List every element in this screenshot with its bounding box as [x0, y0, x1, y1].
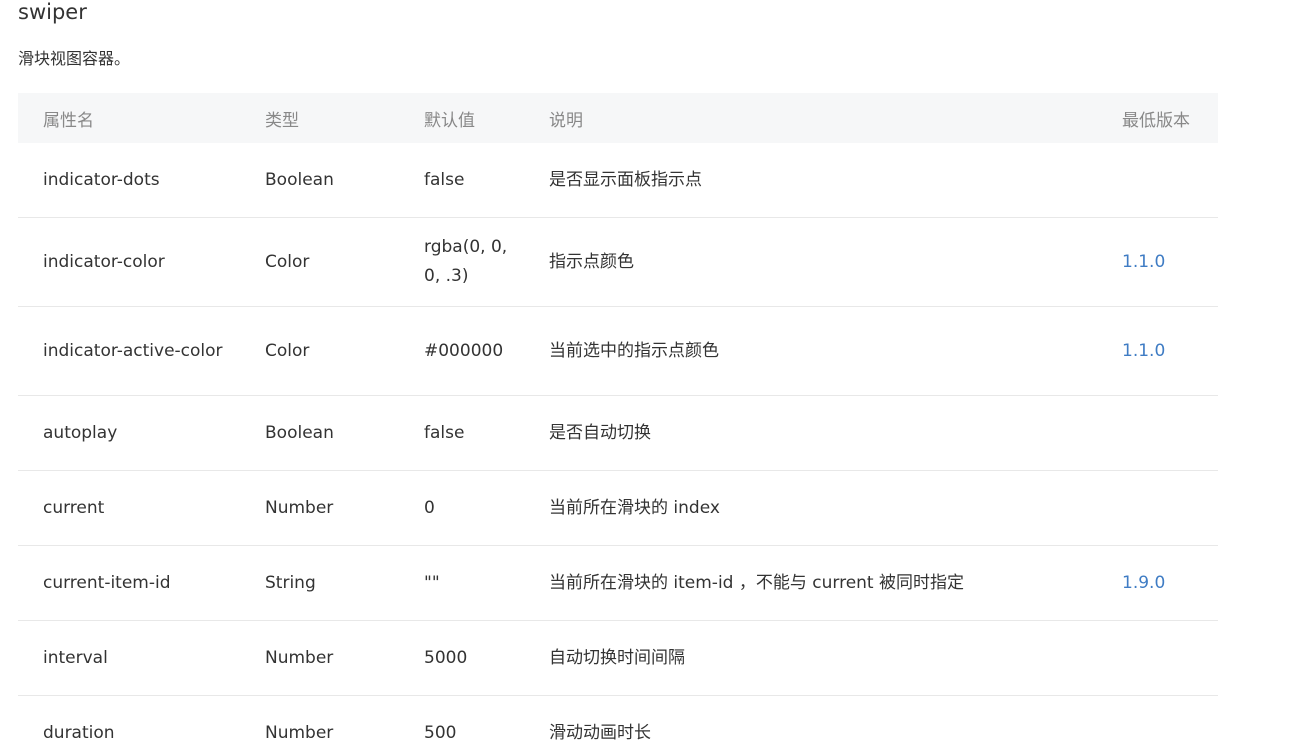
attr-name: indicator-dots	[18, 143, 240, 218]
attr-type: String	[240, 545, 399, 621]
attr-version-link[interactable]: 1.9.0	[1097, 545, 1218, 621]
attr-type: Color	[240, 306, 399, 396]
attr-type: Boolean	[240, 143, 399, 218]
header-description: 说明	[524, 93, 1097, 143]
attr-description: 指示点颜色	[524, 217, 1097, 307]
attr-name: current	[18, 470, 240, 546]
table-row: interval Number 5000 自动切换时间间隔	[18, 620, 1218, 696]
attr-type: Boolean	[240, 395, 399, 471]
attr-type: Number	[240, 470, 399, 546]
attr-version-link[interactable]: 1.1.0	[1097, 217, 1218, 307]
table-header-row: 属性名 类型 默认值 说明 最低版本	[18, 93, 1218, 143]
table-row: indicator-color Color rgba(0, 0, 0, .3) …	[18, 217, 1218, 307]
attr-name: autoplay	[18, 395, 240, 471]
attr-default: 500	[399, 695, 524, 745]
doc-page: swiper 滑块视图容器。 属性名 类型 默认值 说明 最低版本 indica…	[0, 0, 1313, 745]
table-row: current-item-id String "" 当前所在滑块的 item-i…	[18, 545, 1218, 621]
attr-version	[1097, 695, 1218, 745]
table-row: current Number 0 当前所在滑块的 index	[18, 470, 1218, 546]
attr-name: current-item-id	[18, 545, 240, 621]
attr-version-link[interactable]: 1.1.0	[1097, 306, 1218, 396]
attr-description: 是否自动切换	[524, 395, 1097, 471]
attributes-table: 属性名 类型 默认值 说明 最低版本 indicator-dots Boolea…	[18, 93, 1218, 745]
attr-description: 滑动动画时长	[524, 695, 1097, 745]
page-description: 滑块视图容器。	[18, 49, 131, 68]
attr-type: Number	[240, 620, 399, 696]
attr-version	[1097, 395, 1218, 471]
attr-default: false	[399, 143, 524, 218]
attr-description: 自动切换时间间隔	[524, 620, 1097, 696]
table-row: indicator-dots Boolean false 是否显示面板指示点	[18, 143, 1218, 218]
table-row: duration Number 500 滑动动画时长	[18, 695, 1218, 745]
attr-version	[1097, 620, 1218, 696]
attr-type: Color	[240, 217, 399, 307]
attr-description: 当前所在滑块的 item-id ，不能与 current 被同时指定	[524, 545, 1097, 621]
table-row: indicator-active-color Color #000000 当前选…	[18, 306, 1218, 396]
attr-default: rgba(0, 0, 0, .3)	[399, 217, 524, 307]
header-default: 默认值	[399, 93, 524, 143]
attr-default: 0	[399, 470, 524, 546]
attr-description: 当前选中的指示点颜色	[524, 306, 1097, 396]
attr-name: indicator-active-color	[18, 306, 240, 396]
header-name: 属性名	[18, 93, 240, 143]
attr-default: 5000	[399, 620, 524, 696]
attr-name: duration	[18, 695, 240, 745]
page-title: swiper	[18, 0, 87, 24]
header-type: 类型	[240, 93, 399, 143]
table-row: autoplay Boolean false 是否自动切换	[18, 395, 1218, 471]
attr-name: interval	[18, 620, 240, 696]
attr-default: ""	[399, 545, 524, 621]
attr-description: 是否显示面板指示点	[524, 143, 1097, 218]
attr-default: #000000	[399, 306, 524, 396]
attr-version	[1097, 470, 1218, 546]
header-version: 最低版本	[1097, 93, 1218, 143]
attr-default: false	[399, 395, 524, 471]
attr-version	[1097, 143, 1218, 218]
attr-description: 当前所在滑块的 index	[524, 470, 1097, 546]
attr-name: indicator-color	[18, 217, 240, 307]
attr-type: Number	[240, 695, 399, 745]
